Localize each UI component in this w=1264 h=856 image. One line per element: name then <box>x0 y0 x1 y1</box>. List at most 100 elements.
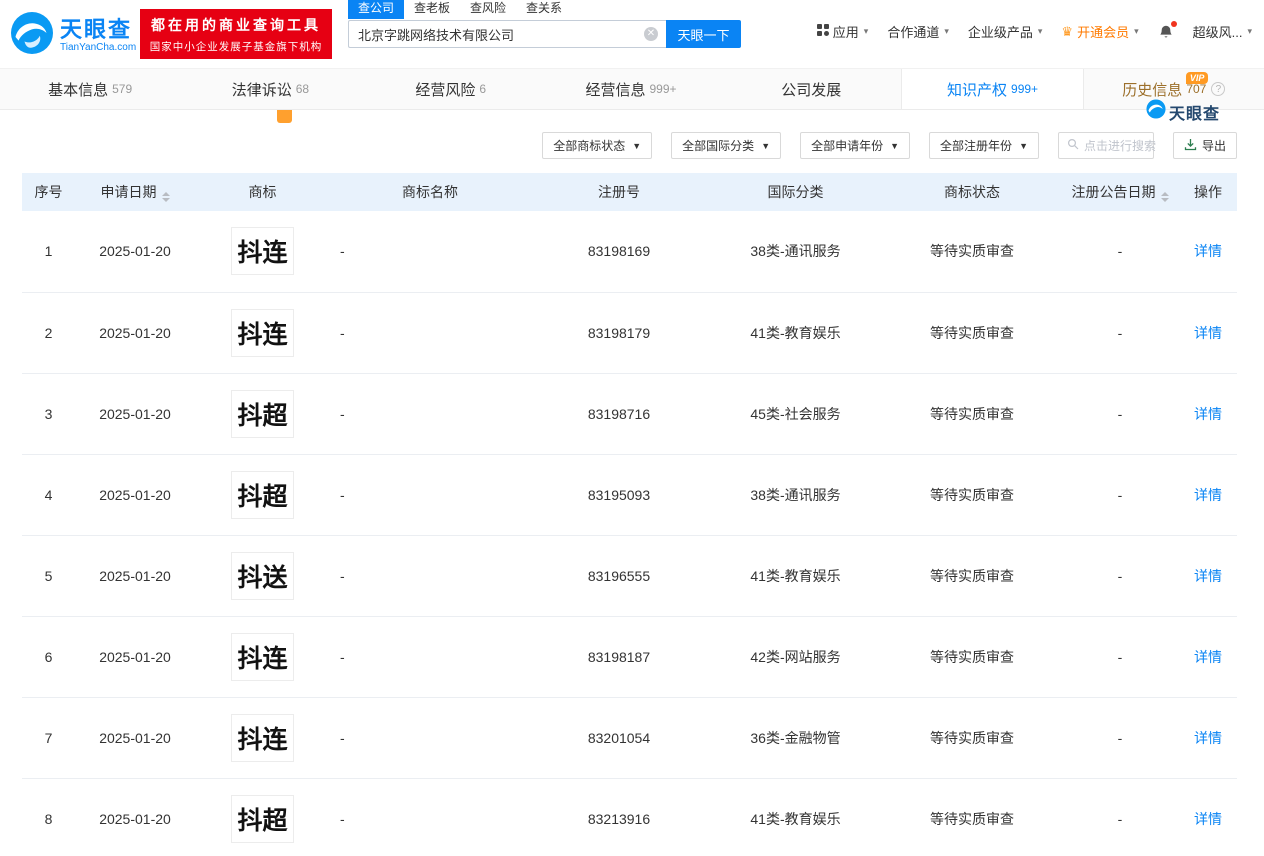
detail-link[interactable]: 详情 <box>1194 811 1222 827</box>
help-question-icon[interactable]: ? <box>1211 82 1226 96</box>
detail-link[interactable]: 详情 <box>1194 568 1222 584</box>
chevron-down-icon: ▼ <box>761 140 771 151</box>
detail-link[interactable]: 详情 <box>1194 730 1222 746</box>
tab-basic-info[interactable]: 基本信息 579 <box>0 69 180 109</box>
nav-risk-label: 超级风... <box>1192 25 1243 40</box>
header-announce[interactable]: 注册公告日期 <box>1061 173 1179 211</box>
slogan-line1: 都在用的商业查询工具 <box>151 16 321 33</box>
cell-action: 详情 <box>1179 211 1237 293</box>
nav-apps[interactable]: 应用 ▾ <box>816 22 868 41</box>
nav-super-risk[interactable]: 超级风... ▾ <box>1193 22 1252 41</box>
cell-no: 3 <box>22 373 75 455</box>
cell-trademark: 抖连 <box>195 211 330 293</box>
tab-label: 法律诉讼 <box>231 81 292 99</box>
search-tab-relation[interactable]: 查关系 <box>516 0 572 19</box>
cell-action: 详情 <box>1179 778 1237 856</box>
company-search-input[interactable] <box>348 20 666 48</box>
header-date[interactable]: 申请日期 <box>75 173 195 211</box>
filter-label: 全部申请年份 <box>811 139 884 153</box>
filter-label: 全部商标状态 <box>553 139 626 153</box>
cell-no: 7 <box>22 697 75 779</box>
trademark-image[interactable]: 抖超 <box>231 470 294 519</box>
cell-apply-date: 2025-01-20 <box>75 373 195 455</box>
detail-link[interactable]: 详情 <box>1194 243 1222 259</box>
cell-announce-date: - <box>1061 616 1179 698</box>
trademark-image[interactable]: 抖连 <box>231 227 294 276</box>
table-row: 3 2025-01-20 抖超 - 83198716 45类-社会服务 等待实质… <box>22 373 1237 455</box>
trademark-image[interactable]: 抖超 <box>231 794 294 843</box>
detail-link[interactable]: 详情 <box>1194 649 1222 665</box>
sort-icon[interactable] <box>1160 192 1169 202</box>
tab-intellectual-property[interactable]: 知识产权 999+ <box>901 69 1084 109</box>
search-button[interactable]: 天眼一下 <box>666 20 741 48</box>
export-button[interactable]: 导出 <box>1172 132 1237 159</box>
cell-trademark-name: - <box>330 697 530 779</box>
sort-icon[interactable] <box>161 192 170 202</box>
filter-apply-year[interactable]: 全部申请年份 ▼ <box>800 132 911 159</box>
tianyancha-logo[interactable]: 天眼查 TianYanCha.com <box>10 11 136 60</box>
filter-reg-year[interactable]: 全部注册年份 ▼ <box>929 132 1039 159</box>
cell-action: 详情 <box>1179 454 1237 536</box>
cell-no: 5 <box>22 535 75 617</box>
nav-open-vip[interactable]: ♛ 开通会员 ▾ <box>1061 22 1138 41</box>
tab-company-development[interactable]: 公司发展 <box>721 69 901 109</box>
clear-input-icon[interactable]: ✕ <box>644 27 658 41</box>
chevron-down-icon: ▾ <box>944 26 949 36</box>
trademark-image[interactable]: 抖超 <box>231 389 294 438</box>
crown-icon: ♛ <box>1061 23 1074 39</box>
tab-operating-info[interactable]: 经营信息 999+ <box>541 69 721 109</box>
search-tab-risk[interactable]: 查风险 <box>460 0 516 19</box>
cell-action: 详情 <box>1179 292 1237 374</box>
search-tab-company[interactable]: 查公司 <box>348 0 405 19</box>
detail-link[interactable]: 详情 <box>1194 406 1222 422</box>
filter-trademark-status[interactable]: 全部商标状态 ▼ <box>542 132 653 159</box>
cell-trademark-name: - <box>330 211 530 293</box>
trademark-image[interactable]: 抖送 <box>231 551 294 600</box>
filter-intl-class[interactable]: 全部国际分类 ▼ <box>671 132 782 159</box>
cell-registration-no: 83195093 <box>530 454 708 536</box>
cell-registration-no: 83198716 <box>530 373 708 455</box>
cell-status: 等待实质审查 <box>883 616 1061 698</box>
table-search-box[interactable]: 点击进行搜索 <box>1057 132 1156 159</box>
cell-apply-date: 2025-01-20 <box>75 697 195 779</box>
cell-registration-no: 83201054 <box>530 697 708 779</box>
cell-intl-class: 41类-教育娱乐 <box>708 292 883 374</box>
table-row: 1 2025-01-20 抖连 - 83198169 38类-通讯服务 等待实质… <box>22 211 1237 293</box>
chevron-down-icon: ▾ <box>1037 26 1043 36</box>
nav-cooperation[interactable]: 合作通道 ▾ <box>887 22 949 41</box>
search-icon <box>1067 138 1079 153</box>
detail-link[interactable]: 详情 <box>1194 487 1222 503</box>
trademark-image[interactable]: 抖连 <box>231 632 294 681</box>
tab-legal-litigation[interactable]: 法律诉讼 68 <box>180 69 360 109</box>
trademark-table-header: 序号 申请日期 商标 商标名称 注册号 国际分类 商标状态 注册公告日期 操作 <box>22 173 1237 211</box>
tab-count: 999+ <box>649 82 677 96</box>
tab-label: 历史信息 <box>1122 81 1183 99</box>
cell-intl-class: 36类-金融物管 <box>708 697 883 779</box>
detail-link[interactable]: 详情 <box>1194 325 1222 341</box>
export-download-icon <box>1184 138 1197 154</box>
watermark-logo-icon <box>1146 99 1166 124</box>
trademark-image[interactable]: 抖连 <box>231 713 294 762</box>
cell-announce-date: - <box>1061 697 1179 779</box>
header-name: 商标名称 <box>330 173 530 211</box>
notification-bell-icon[interactable] <box>1158 20 1177 40</box>
trademark-image[interactable]: 抖连 <box>231 308 294 357</box>
table-row: 8 2025-01-20 抖超 - 83213916 41类-教育娱乐 等待实质… <box>22 778 1237 856</box>
header-mark: 商标 <box>195 173 330 211</box>
nav-enterprise[interactable]: 企业级产品 ▾ <box>968 22 1043 41</box>
header-class: 国际分类 <box>708 173 883 211</box>
nav-apps-label: 应用 <box>832 25 859 40</box>
trademark-filters: 全部商标状态 ▼ 全部国际分类 ▼ 全部申请年份 ▼ 全部注册年份 ▼ 点击进行… <box>0 132 1237 159</box>
header-date-label: 申请日期 <box>100 184 157 200</box>
search-tab-boss[interactable]: 查老板 <box>404 0 460 19</box>
cell-status: 等待实质审查 <box>883 778 1061 856</box>
top-header: 天眼查 TianYanCha.com 都在用的商业查询工具 国家中小企业发展子基… <box>0 0 1264 68</box>
cell-action: 详情 <box>1179 535 1237 617</box>
cell-intl-class: 41类-教育娱乐 <box>708 535 883 617</box>
tab-count: 999+ <box>1011 82 1039 96</box>
cell-action: 详情 <box>1179 373 1237 455</box>
tab-operating-risk[interactable]: 经营风险 6 <box>361 69 541 109</box>
partial-vip-badge <box>277 110 292 123</box>
cell-trademark-name: - <box>330 616 530 698</box>
cell-status: 等待实质审查 <box>883 373 1061 455</box>
